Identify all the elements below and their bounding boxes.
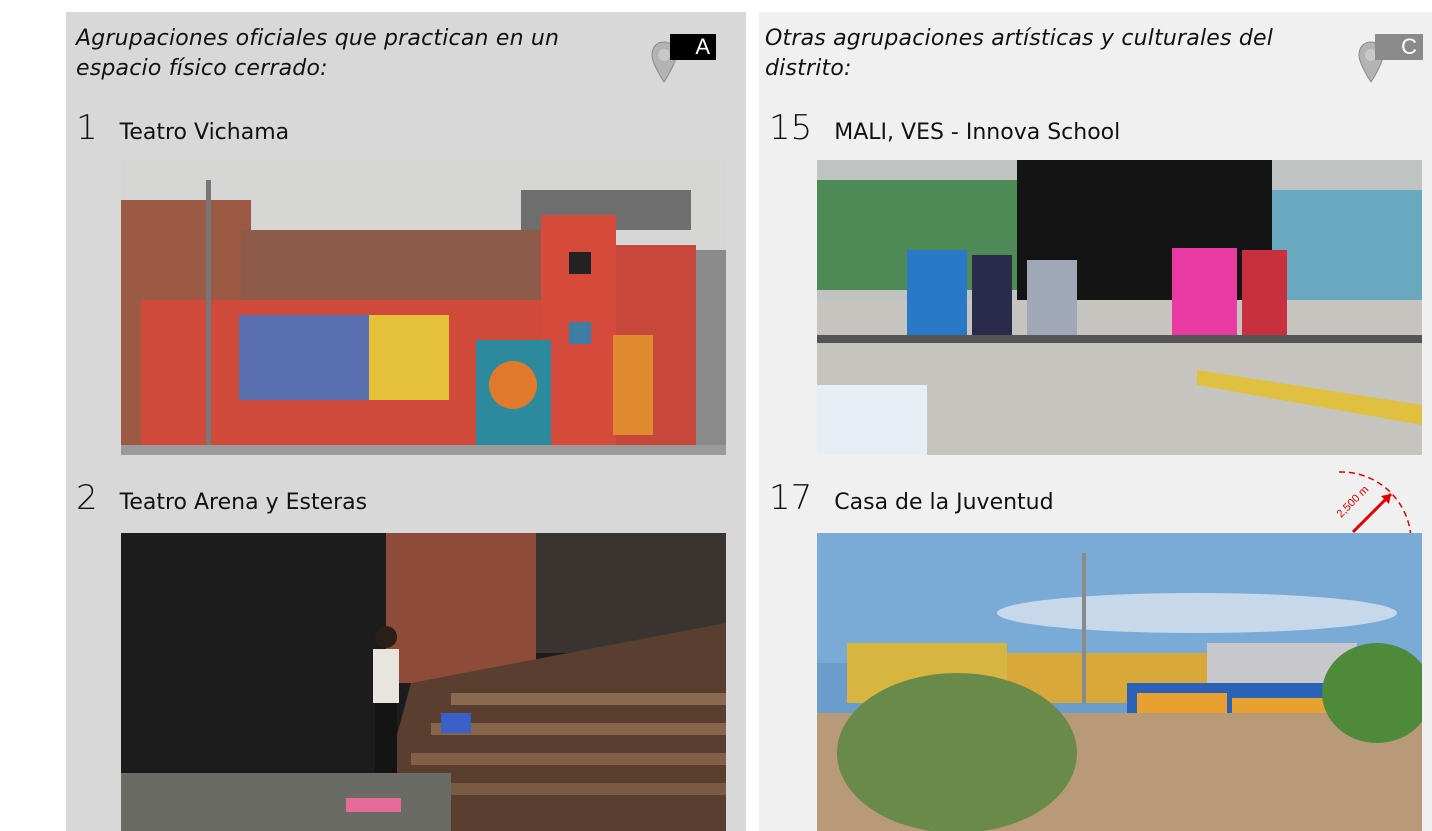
mali-ves-photo — [817, 160, 1422, 455]
list-item: 1 Teatro Vichama — [76, 108, 289, 148]
casa-juventud-photo — [817, 533, 1422, 831]
item-number: 1 — [76, 108, 98, 148]
map-marker-c: C — [1357, 34, 1423, 90]
item-number: 2 — [76, 478, 98, 518]
item-number: 17 — [769, 478, 813, 518]
list-item: 15 MALI, VES - Innova School — [769, 108, 1120, 148]
item-name: MALI, VES - Innova School — [834, 120, 1121, 145]
map-marker-a: A — [650, 34, 716, 90]
panel-official-groups: Agrupaciones oficiales que practican en … — [66, 12, 746, 831]
panel-heading: Otras agrupaciones artísticas y cultural… — [765, 26, 1274, 81]
list-item: 17 Casa de la Juventud — [769, 478, 1054, 518]
category-badge: C — [1375, 34, 1423, 60]
item-name: Teatro Arena y Esteras — [119, 490, 368, 515]
category-badge: A — [670, 34, 716, 60]
list-item: 2 Teatro Arena y Esteras — [76, 478, 367, 518]
item-name: Teatro Vichama — [119, 120, 290, 145]
teatro-arena-photo — [121, 533, 726, 831]
item-number: 15 — [769, 108, 813, 148]
item-name: Casa de la Juventud — [834, 490, 1054, 515]
panel-heading: Agrupaciones oficiales que practican en … — [76, 26, 560, 81]
teatro-vichama-photo — [121, 160, 726, 455]
panel-other-groups: Otras agrupaciones artísticas y cultural… — [759, 12, 1432, 831]
